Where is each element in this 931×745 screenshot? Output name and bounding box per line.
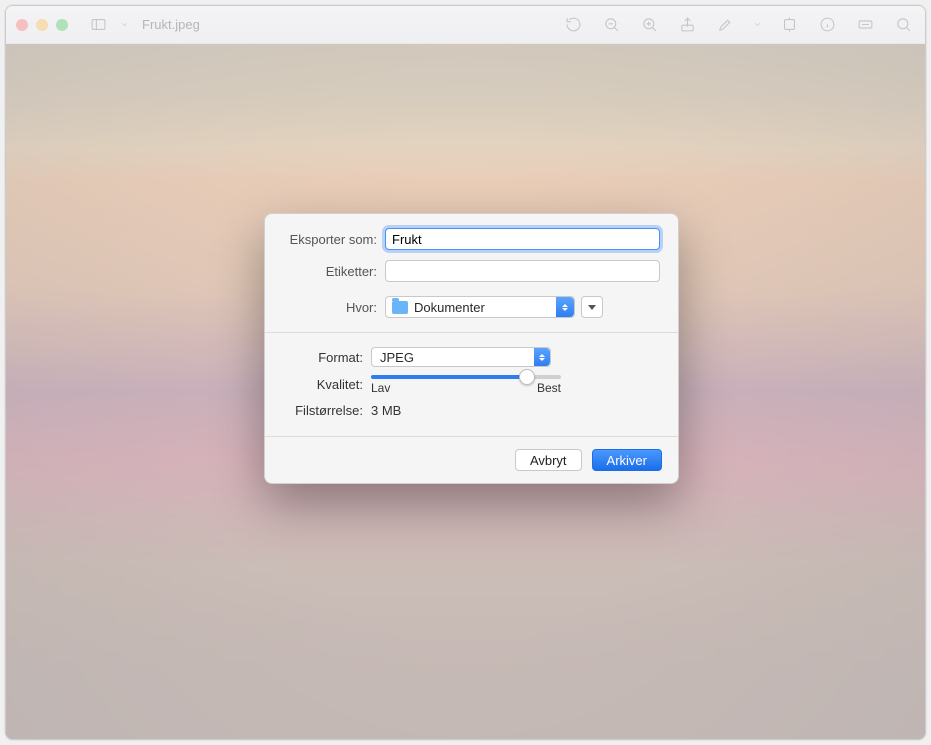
updown-icon <box>534 348 550 366</box>
where-label: Hvor: <box>283 300 385 315</box>
quality-label: Kvalitet: <box>289 377 371 392</box>
export-dialog: Eksporter som: Etiketter: Hvor: Dokument… <box>264 213 679 484</box>
folder-icon <box>392 301 408 314</box>
quality-high-label: Best <box>537 381 561 395</box>
where-value: Dokumenter <box>414 300 485 315</box>
tags-input[interactable] <box>385 260 660 282</box>
save-button[interactable]: Arkiver <box>592 449 662 471</box>
filesize-value: 3 MB <box>371 403 654 418</box>
updown-icon <box>556 297 574 317</box>
format-value: JPEG <box>380 350 414 365</box>
where-select[interactable]: Dokumenter <box>385 296 575 318</box>
expand-save-panel-button[interactable] <box>581 296 603 318</box>
cancel-button[interactable]: Avbryt <box>515 449 582 471</box>
quality-slider[interactable]: Lav Best <box>371 373 654 395</box>
format-label: Format: <box>289 350 371 365</box>
quality-low-label: Lav <box>371 381 390 395</box>
format-select[interactable]: JPEG <box>371 347 551 367</box>
tags-label: Etiketter: <box>283 264 385 279</box>
export-filename-input[interactable] <box>385 228 660 250</box>
filesize-label: Filstørrelse: <box>289 403 371 418</box>
export-as-label: Eksporter som: <box>283 232 385 247</box>
preview-window: Frukt.jpeg Eksporter som: Etike <box>5 5 926 740</box>
